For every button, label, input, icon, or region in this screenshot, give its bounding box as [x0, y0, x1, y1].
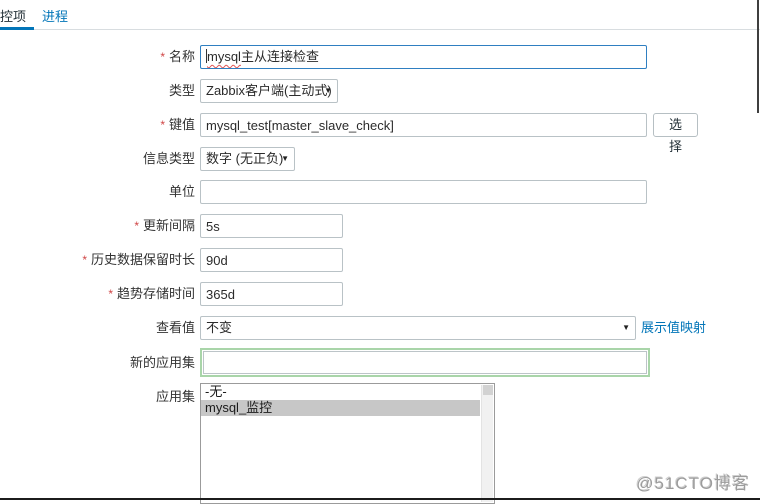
row-info-type: 信息类型 数字 (无正负) ▼: [0, 147, 760, 171]
list-item[interactable]: mysql_监控: [201, 400, 480, 416]
row-history: * 历史数据保留时长: [0, 248, 760, 272]
chevron-down-icon: ▼: [622, 323, 630, 332]
units-label: 单位: [168, 184, 195, 199]
chevron-down-icon: ▼: [324, 86, 332, 95]
trends-input[interactable]: [200, 282, 343, 306]
type-label: 类型: [168, 83, 195, 98]
update-interval-label: * 更新间隔: [134, 218, 195, 233]
required-asterisk: *: [82, 253, 87, 267]
show-value-label: 查看值: [155, 320, 195, 335]
required-asterisk: *: [160, 118, 165, 132]
tab-process[interactable]: 进程: [42, 6, 68, 25]
trends-label: * 趋势存储时间: [108, 286, 195, 301]
history-label: * 历史数据保留时长: [82, 252, 195, 267]
required-asterisk: *: [160, 50, 165, 64]
row-key: *键值 选择: [0, 113, 760, 154]
type-select[interactable]: Zabbix客户端(主动式) ▼: [200, 79, 338, 103]
name-input[interactable]: mysql主从连接检查: [200, 45, 647, 69]
screenshot-bottom-line: [0, 498, 760, 500]
name-value-rest: 主从连接检查: [240, 49, 319, 64]
units-input[interactable]: [200, 180, 647, 204]
chevron-down-icon: ▼: [281, 154, 289, 163]
info-type-select[interactable]: 数字 (无正负) ▼: [200, 147, 295, 171]
applications-label: 应用集: [155, 389, 195, 404]
row-units: 单位: [0, 180, 760, 204]
row-name: * 名称 mysql主从连接检查: [0, 45, 760, 69]
new-application-label: 新的应用集: [129, 355, 195, 370]
name-label: * 名称: [160, 49, 195, 64]
show-value-select[interactable]: 不变 ▼: [200, 316, 636, 340]
info-type-label: 信息类型: [142, 151, 195, 166]
row-trends: * 趋势存储时间: [0, 282, 760, 306]
show-value-mappings-link[interactable]: 展示值映射: [641, 316, 706, 340]
scrollbar-thumb[interactable]: [483, 385, 493, 395]
list-item[interactable]: -无-: [201, 384, 480, 400]
watermark: @51CTO博客: [636, 474, 750, 493]
new-application-input[interactable]: [203, 351, 647, 374]
new-application-highlight: [200, 348, 650, 377]
key-select-button[interactable]: 选择: [653, 113, 698, 154]
row-new-application: 新的应用集: [0, 348, 760, 377]
window-edge-line: [757, 0, 759, 113]
history-input[interactable]: [200, 248, 343, 272]
active-tab-underline: [0, 27, 34, 30]
key-label: * 键值: [160, 117, 195, 132]
update-interval-input[interactable]: [200, 214, 343, 238]
required-asterisk: *: [134, 219, 139, 233]
row-update-interval: * 更新间隔: [0, 214, 760, 238]
row-type: 类型 Zabbix客户端(主动式) ▼: [0, 79, 760, 103]
tab-monitoring-item[interactable]: 控项: [0, 6, 26, 25]
listbox-scrollbar[interactable]: [481, 385, 493, 502]
required-asterisk: *: [108, 287, 113, 301]
item-config-page: 控项 进程 * 名称 mysql主从连接检查 类型 Zabbix客户端(主动式) ▼…: [0, 0, 760, 504]
row-show-value: 查看值 不变 ▼ 展示值映射: [0, 316, 760, 340]
key-input[interactable]: [200, 113, 647, 137]
name-value-latin: mysql: [207, 49, 241, 64]
applications-listbox[interactable]: -无- mysql_监控: [200, 383, 495, 504]
tab-bar: 控项 进程: [0, 0, 760, 30]
